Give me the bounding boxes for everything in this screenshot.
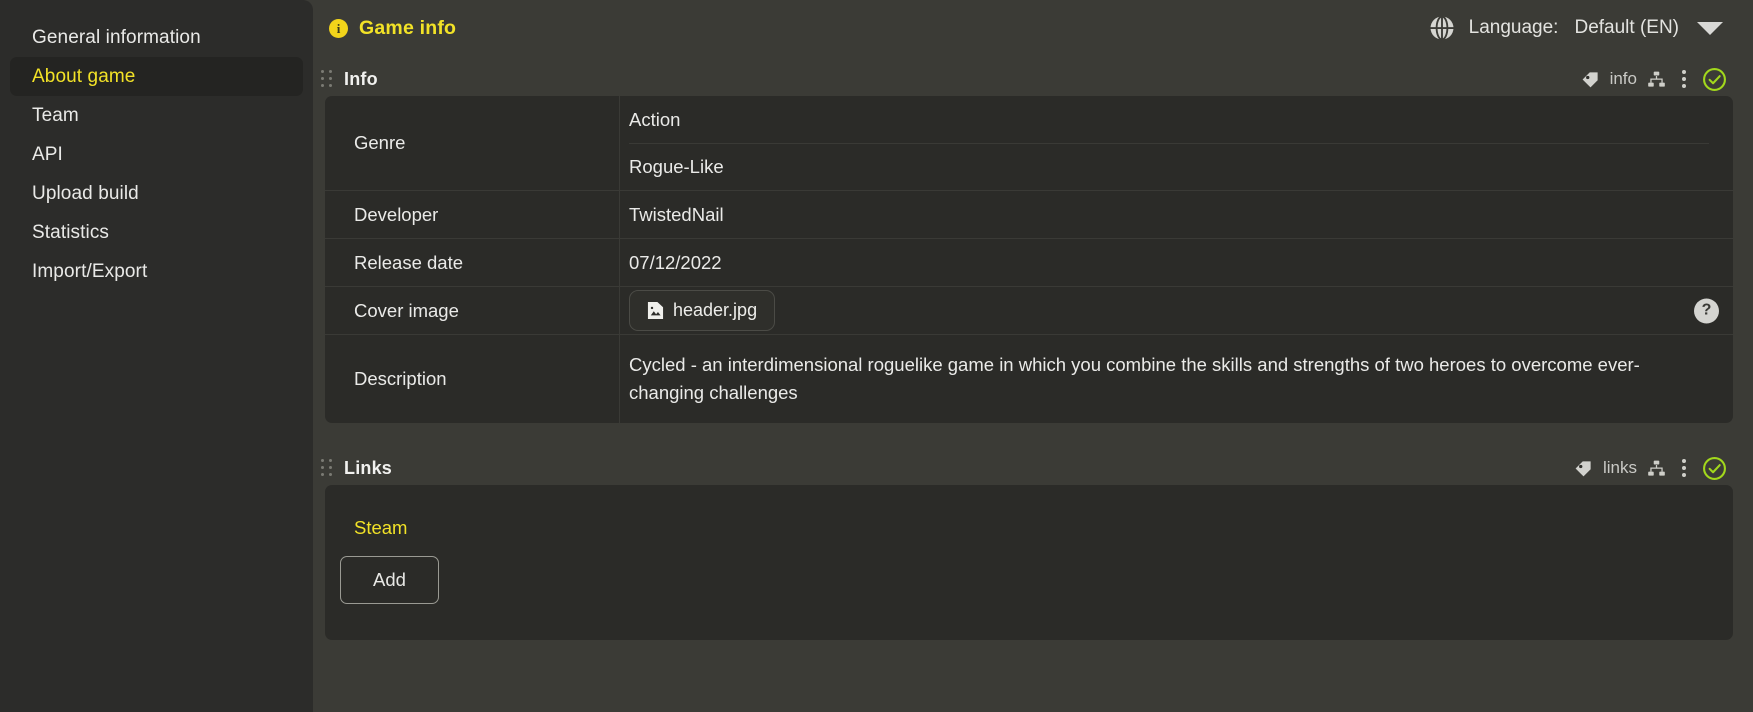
sidebar-item-upload-build[interactable]: Upload build [10,174,303,213]
sidebar-item-about-game[interactable]: About game [10,57,303,96]
row-label: Description [325,335,620,424]
sidebar-item-statistics[interactable]: Statistics [10,213,303,252]
row-label: Release date [325,239,620,286]
table-row: Genre Action Rogue-Like [325,96,1733,191]
globe-icon [1427,13,1457,43]
info-circle-icon: i [329,18,348,38]
sidebar-item-label: Statistics [32,221,110,243]
row-value: TwistedNail [620,191,1733,238]
links-section-title: Links [344,457,393,478]
page-title-group: i Game info [329,17,456,40]
sidebar-item-label: General information [32,26,201,48]
drag-handle-icon[interactable] [319,459,335,477]
info-section-header: Info info [313,62,1741,96]
chevron-down-icon[interactable] [1697,21,1723,35]
info-table: Genre Action Rogue-Like Developer Twiste… [325,96,1733,424]
link-group-title-steam: Steam [354,517,408,539]
developer-value: TwistedNail [629,203,724,225]
table-row: Description Cycled - an interdimensional… [325,335,1733,424]
drag-handle-icon[interactable] [319,70,335,88]
app-root: General information About game Team API … [0,0,1753,712]
links-section-header: Links links [313,451,1741,485]
genre-value-1: Action [629,108,681,130]
language-label: Language: [1468,17,1559,38]
language-selector[interactable]: Language: Default (EN) [1427,13,1733,43]
info-tag-text: info [1609,69,1637,88]
sidebar-item-general-information[interactable]: General information [10,18,303,57]
cover-image-value: header.jpg [629,287,1709,334]
release-date-value: 07/12/2022 [629,251,722,273]
more-vertical-icon[interactable] [1676,458,1692,478]
more-vertical-icon[interactable] [1676,69,1692,89]
sitemap-icon[interactable] [1647,70,1666,89]
sitemap-icon[interactable] [1647,459,1666,478]
cover-image-file-chip[interactable]: header.jpg [629,290,776,331]
add-link-button[interactable]: Add [340,556,439,605]
row-label: Developer [325,191,620,238]
sidebar-item-label: API [32,143,63,165]
sidebar-item-label: About game [32,65,136,87]
table-row: Developer TwistedNail [325,191,1733,239]
language-value[interactable]: Default (EN) [1574,17,1679,39]
cover-image-filename: header.jpg [673,300,758,320]
links-panel: Steam Add [325,485,1733,641]
row-value: 07/12/2022 [620,239,1733,286]
page-header: i Game info Language: Default (EN) [313,0,1741,56]
sidebar-item-label: Upload build [32,182,139,204]
check-circle-icon[interactable] [1702,67,1727,92]
table-row: Release date 07/12/2022 [325,239,1733,287]
links-tag-text: links [1602,458,1637,478]
check-circle-icon[interactable] [1702,456,1727,481]
row-value: Cycled - an interdimensional roguelike g… [620,335,1733,423]
info-section-title: Info [344,68,378,89]
tag-icon[interactable] [1574,459,1593,478]
sidebar-item-label: Import/Export [32,260,148,282]
row-value: Action Rogue-Like [620,96,1733,190]
page-title: Game info [359,16,457,39]
help-icon[interactable]: ? [1694,298,1719,323]
sidebar-item-team[interactable]: Team [10,96,303,135]
sidebar-item-import-export[interactable]: Import/Export [10,252,303,291]
sidebar-item-api[interactable]: API [10,135,303,174]
sidebar-item-label: Team [32,104,79,126]
row-label: Cover image [325,287,620,334]
links-section-tools: links [1574,456,1733,481]
row-value: header.jpg [620,287,1733,334]
main-content: i Game info Language: Default (EN) Info … [313,0,1753,712]
info-section-tools: info [1581,67,1733,92]
sidebar: General information About game Team API … [0,0,313,712]
row-label: Genre [325,96,620,190]
table-row: Cover image header.jpg ? [325,287,1733,335]
image-file-icon [647,301,664,320]
genre-value-2: Rogue-Like [629,143,1709,190]
tag-icon[interactable] [1581,70,1600,89]
description-value: Cycled - an interdimensional roguelike g… [629,354,1640,404]
